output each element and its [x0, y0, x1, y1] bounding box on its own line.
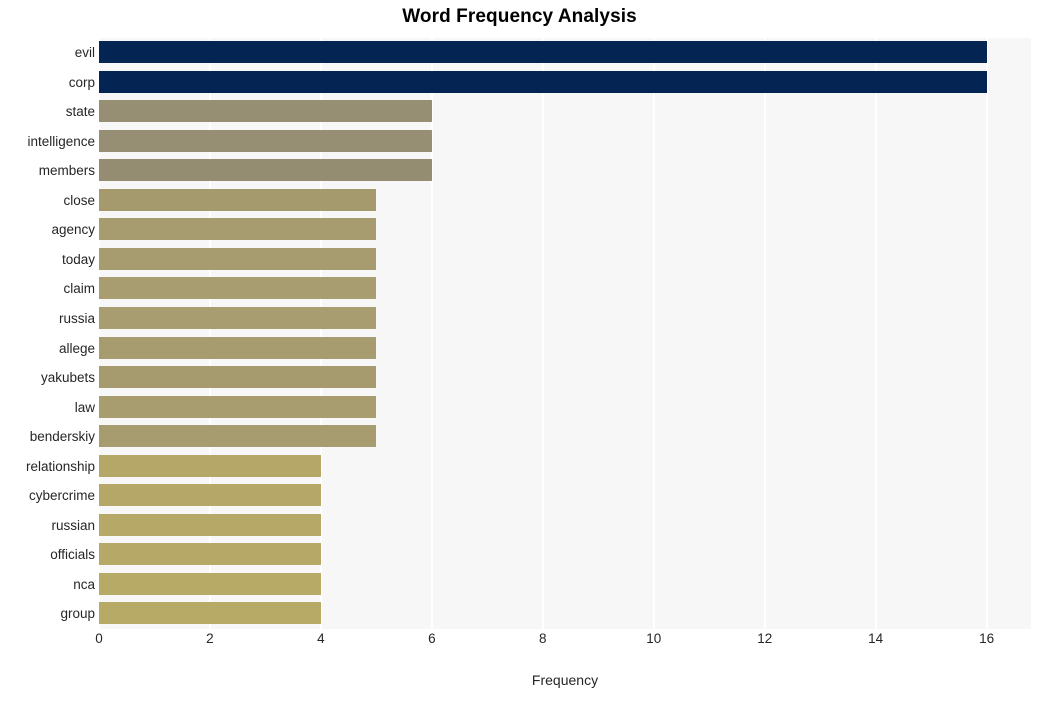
y-tick-label-group: group [60, 606, 95, 622]
bar-nca[interactable] [99, 572, 321, 595]
bar-agency[interactable] [99, 218, 377, 241]
bar-claim[interactable] [99, 277, 377, 300]
bar-row [99, 599, 1031, 629]
bar-cybercrime[interactable] [99, 484, 321, 507]
bar-row [99, 186, 1031, 216]
y-tick-label-cybercrime: cybercrime [28, 488, 95, 504]
y-tick-label-evil: evil [74, 45, 95, 60]
bar-row [99, 304, 1031, 334]
bar-allege[interactable] [99, 336, 377, 359]
bar-evil[interactable] [99, 41, 987, 63]
bar-yakubets[interactable] [99, 366, 377, 389]
y-tick-label-nca: nca [73, 576, 95, 592]
bar-row [99, 363, 1031, 393]
bar-members[interactable] [99, 159, 432, 182]
bar-row [99, 97, 1031, 127]
x-tick-label-14: 14 [868, 631, 884, 646]
bar-row [99, 511, 1031, 541]
x-tick-label-8: 8 [539, 631, 547, 646]
bar-russian[interactable] [99, 513, 321, 536]
plot-area [99, 38, 1031, 629]
bar-row [99, 393, 1031, 423]
y-tick-label-benderskiy: benderskiy [29, 429, 95, 445]
bar-state[interactable] [99, 100, 432, 123]
x-tick-label-4: 4 [317, 631, 325, 646]
bar-row [99, 570, 1031, 600]
bar-row [99, 274, 1031, 304]
x-tick-label-6: 6 [428, 631, 436, 646]
bar-intelligence[interactable] [99, 129, 432, 152]
y-tick-label-state: state [65, 104, 95, 120]
y-tick-label-officials: officials [50, 547, 95, 563]
x-tick-label-16: 16 [979, 631, 995, 646]
y-tick-label-yakubets: yakubets [40, 370, 95, 386]
x-tick-label-10: 10 [646, 631, 662, 646]
bar-row [99, 422, 1031, 452]
bar-row [99, 540, 1031, 570]
bar-row [99, 156, 1031, 186]
bar-row [99, 38, 1031, 68]
x-axis-tick-labels: 0 2 4 6 8 10 12 14 16 [95, 631, 1031, 655]
y-axis-tick-labels: evil corp state intelligence members close age… [0, 38, 95, 629]
y-tick-label-close: close [63, 192, 95, 208]
x-tick-label-12: 12 [757, 631, 773, 646]
y-tick-label-claim: claim [63, 281, 95, 297]
bar-row [99, 452, 1031, 482]
chart-figure: Word Frequency Analysis evil corp state int… [0, 0, 1039, 701]
bar-row [99, 215, 1031, 245]
y-tick-label-corp: corp [68, 74, 95, 90]
chart-title: Word Frequency Analysis [402, 6, 637, 27]
bar-law[interactable] [99, 395, 377, 418]
y-tick-label-agency: agency [51, 222, 95, 238]
y-tick-label-relationship: relationship [25, 458, 95, 474]
bar-close[interactable] [99, 188, 377, 211]
bar-russia[interactable] [99, 306, 377, 329]
x-tick-label-0: 0 [95, 631, 103, 646]
x-tick-label-2: 2 [206, 631, 214, 646]
bar-corp[interactable] [99, 70, 987, 93]
bar-row [99, 245, 1031, 275]
bar-relationship[interactable] [99, 454, 321, 477]
bar-row [99, 127, 1031, 157]
x-axis-label: Frequency [531, 672, 599, 688]
bar-row [99, 481, 1031, 511]
y-tick-label-today: today [61, 251, 95, 267]
y-tick-label-members: members [38, 163, 95, 179]
bar-row [99, 68, 1031, 98]
y-tick-label-allege: allege [58, 340, 95, 356]
y-tick-label-intelligence: intelligence [27, 133, 95, 149]
y-tick-label-law: law [74, 399, 95, 415]
y-tick-label-russian: russian [51, 517, 95, 533]
bar-group[interactable] [99, 602, 321, 625]
bar-benderskiy[interactable] [99, 425, 377, 448]
bar-today[interactable] [99, 247, 377, 270]
bar-officials[interactable] [99, 543, 321, 566]
y-tick-label-russia: russia [58, 310, 95, 326]
bar-row [99, 334, 1031, 364]
